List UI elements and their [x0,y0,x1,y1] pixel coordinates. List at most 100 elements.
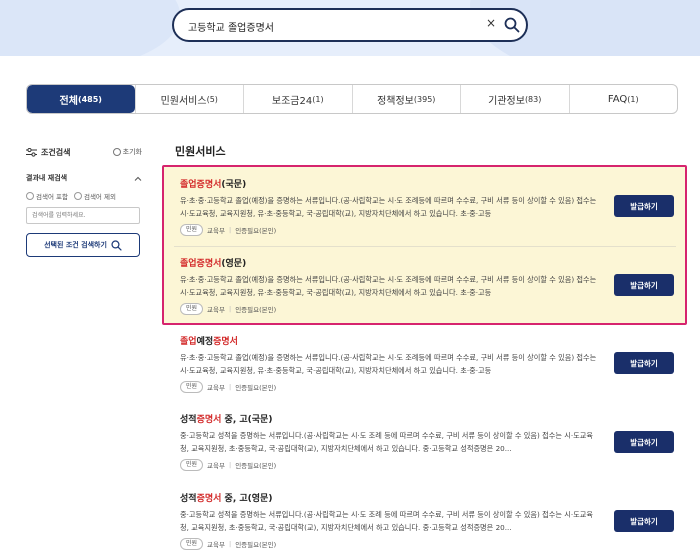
auth-requirement: 인증필요(본인) [235,541,277,549]
exclude-radio[interactable]: 검색어 제외 [73,191,116,201]
apply-filter-label: 선택된 조건 검색하기 [44,241,107,249]
tab-count: (5) [206,94,218,104]
result-meta: 민원 교육부 | 인증필요(본인) [180,381,600,393]
tab-civil-service[interactable]: 민원서비스 (5) [134,85,244,113]
tab-label: 기관정보 [488,95,525,107]
result-meta: 민원 교육부 | 인증필요(본인) [180,459,600,471]
exclude-label: 검색어 제외 [83,193,116,201]
tab-count: (1) [312,94,324,104]
result-title[interactable]: 성적증명서 중, 고(영문) [180,491,600,504]
tab-label: 전체 [59,95,78,107]
title-keyword: 증명서 [213,337,238,347]
category-badge: 민원 [180,224,204,236]
search-box: × [172,8,528,42]
tab-label: 보조금24 [271,95,313,107]
tab-count: (83) [524,94,542,104]
filter-title: 조건검색 [26,147,70,158]
within-search-input[interactable] [26,207,140,224]
auth-requirement: 인증필요(본인) [235,227,277,235]
tab-label: 정책정보 [377,95,414,107]
result-meta: 민원 교육부 | 인증필요(본인) [180,224,600,236]
issue-button[interactable]: 발급하기 [614,431,674,453]
title-prefix: 성적 [180,494,197,504]
title-keyword: 증명서 [196,494,222,504]
search-banner: × [0,0,700,56]
result-item: 졸업증명서(국문) 유·초·중·고등학교 졸업(예정)을 증명하는 서류입니다.… [180,177,600,236]
tab-agency[interactable]: 기관정보 (83) [460,85,569,113]
search-icon[interactable] [504,17,520,33]
category-badge: 민원 [180,303,204,315]
issue-button[interactable]: 발급하기 [614,510,674,532]
issue-button[interactable]: 발급하기 [614,352,674,374]
page: × 전체(485) 민원서비스(5) 보조금24(1) 정책정보(395) 기관… [0,0,700,557]
category-badge: 민원 [180,459,204,471]
result-item: 졸업증명서(영문) 유·초·중·고등학교 졸업(예정)을 증명하는 서류입니다.… [180,256,600,315]
title-suffix: (영문) [221,259,247,269]
include-label: 검색어 포함 [36,193,68,201]
within-search-title: 결과내 재검색 [26,174,68,182]
search-input[interactable] [188,17,478,35]
meta-separator: | [229,226,232,234]
filter-panel: 조건검색 초기화 결과내 재검색 검색어 포함 검색어 제외 검색어를 입력하세… [26,145,142,257]
search-icon [111,239,122,251]
result-title[interactable]: 졸업증명서(국문) [180,177,600,190]
org-name: 교육부 [207,227,225,235]
result-item: 성적증명서 중, 고(국문) 중·고등학교 성적을 증명하는 서류입니다.(공·… [180,412,600,471]
clear-icon[interactable]: × [486,16,496,30]
result-item: 졸업예정증명서 유·초·중·고등학교 졸업(예정)을 증명하는 서류입니다.(공… [180,334,600,393]
filter-header: 조건검색 초기화 [26,145,142,159]
tab-policy[interactable]: 정책정보 (395) [351,85,461,113]
result-meta: 민원 교육부 | 인증필요(본인) [180,538,600,550]
org-name: 교육부 [207,541,225,549]
result-tabs: 전체 (485) 민원서비스 (5) 보조금24 (1) 정책정보 (395) 기관정보… [26,84,678,114]
banner-decoration [0,0,180,56]
meta-separator: | [229,383,232,391]
result-item: 성적증명서 중, 고(영문) 중·고등학교 성적을 증명하는 서류입니다.(공·… [180,491,600,550]
category-badge: 민원 [180,538,204,550]
result-title[interactable]: 졸업예정증명서 [180,334,600,347]
tab-all[interactable]: 전체 (485) [27,85,135,113]
tab-faq[interactable]: FAQ (1) [568,85,678,113]
meta-separator: | [229,305,232,313]
tab-label: 민원서비스 [160,95,207,107]
title-suffix: 중, 고(영문) [221,494,273,504]
result-title[interactable]: 졸업증명서(영문) [180,256,600,269]
meta-separator: | [229,540,232,548]
org-name: 교육부 [207,384,225,392]
reset-icon [112,148,121,156]
result-description: 중·고등학교 성적을 증명하는 서류입니다.(공·사립학교는 시·도 조례 등에… [180,431,593,453]
tab-count: (485) [77,94,102,104]
filter-title-label: 조건검색 [41,147,71,157]
section-title: 민원서비스 [175,145,226,158]
title-keyword: 졸업증명서 [180,259,222,269]
tab-label: FAQ [607,93,628,105]
title-suffix: 중, 고(국문) [221,415,273,425]
result-title[interactable]: 성적증명서 중, 고(국문) [180,412,600,425]
auth-requirement: 인증필요(본인) [235,306,277,314]
tab-count: (1) [627,94,639,104]
sliders-icon [26,147,37,157]
issue-button[interactable]: 발급하기 [614,195,674,217]
org-name: 교육부 [207,306,225,314]
title-middle: 예정 [196,337,214,347]
result-description: 유·초·중·고등학교 졸업(예정)을 증명하는 서류입니다.(공·사립학교는 시… [180,275,597,297]
org-name: 교육부 [207,462,225,470]
auth-requirement: 인증필요(본인) [235,384,277,392]
result-description: 유·초·중·고등학교 졸업(예정)을 증명하는 서류입니다.(공·사립학교는 시… [180,196,597,218]
within-search-header[interactable]: 결과내 재검색 [26,173,142,183]
reset-button[interactable]: 초기화 [112,147,142,157]
auth-requirement: 인증필요(본인) [235,462,277,470]
include-radio[interactable]: 검색어 포함 [26,191,68,201]
chevron-up-icon [134,176,142,181]
radio-circle [73,192,82,200]
meta-separator: | [229,461,232,469]
within-search-options: 검색어 포함 검색어 제외 [26,191,142,201]
title-prefix: 성적 [180,415,197,425]
apply-filter-button[interactable]: 선택된 조건 검색하기 [26,233,140,257]
result-description: 중·고등학교 성적을 증명하는 서류입니다.(공·사립학교는 시·도 조례 등에… [180,510,593,532]
tab-subsidy[interactable]: 보조금24 (1) [243,85,352,113]
issue-button[interactable]: 발급하기 [614,274,674,296]
title-keyword: 졸업 [180,337,197,347]
reset-label: 초기화 [122,148,142,156]
title-keyword: 증명서 [196,415,222,425]
